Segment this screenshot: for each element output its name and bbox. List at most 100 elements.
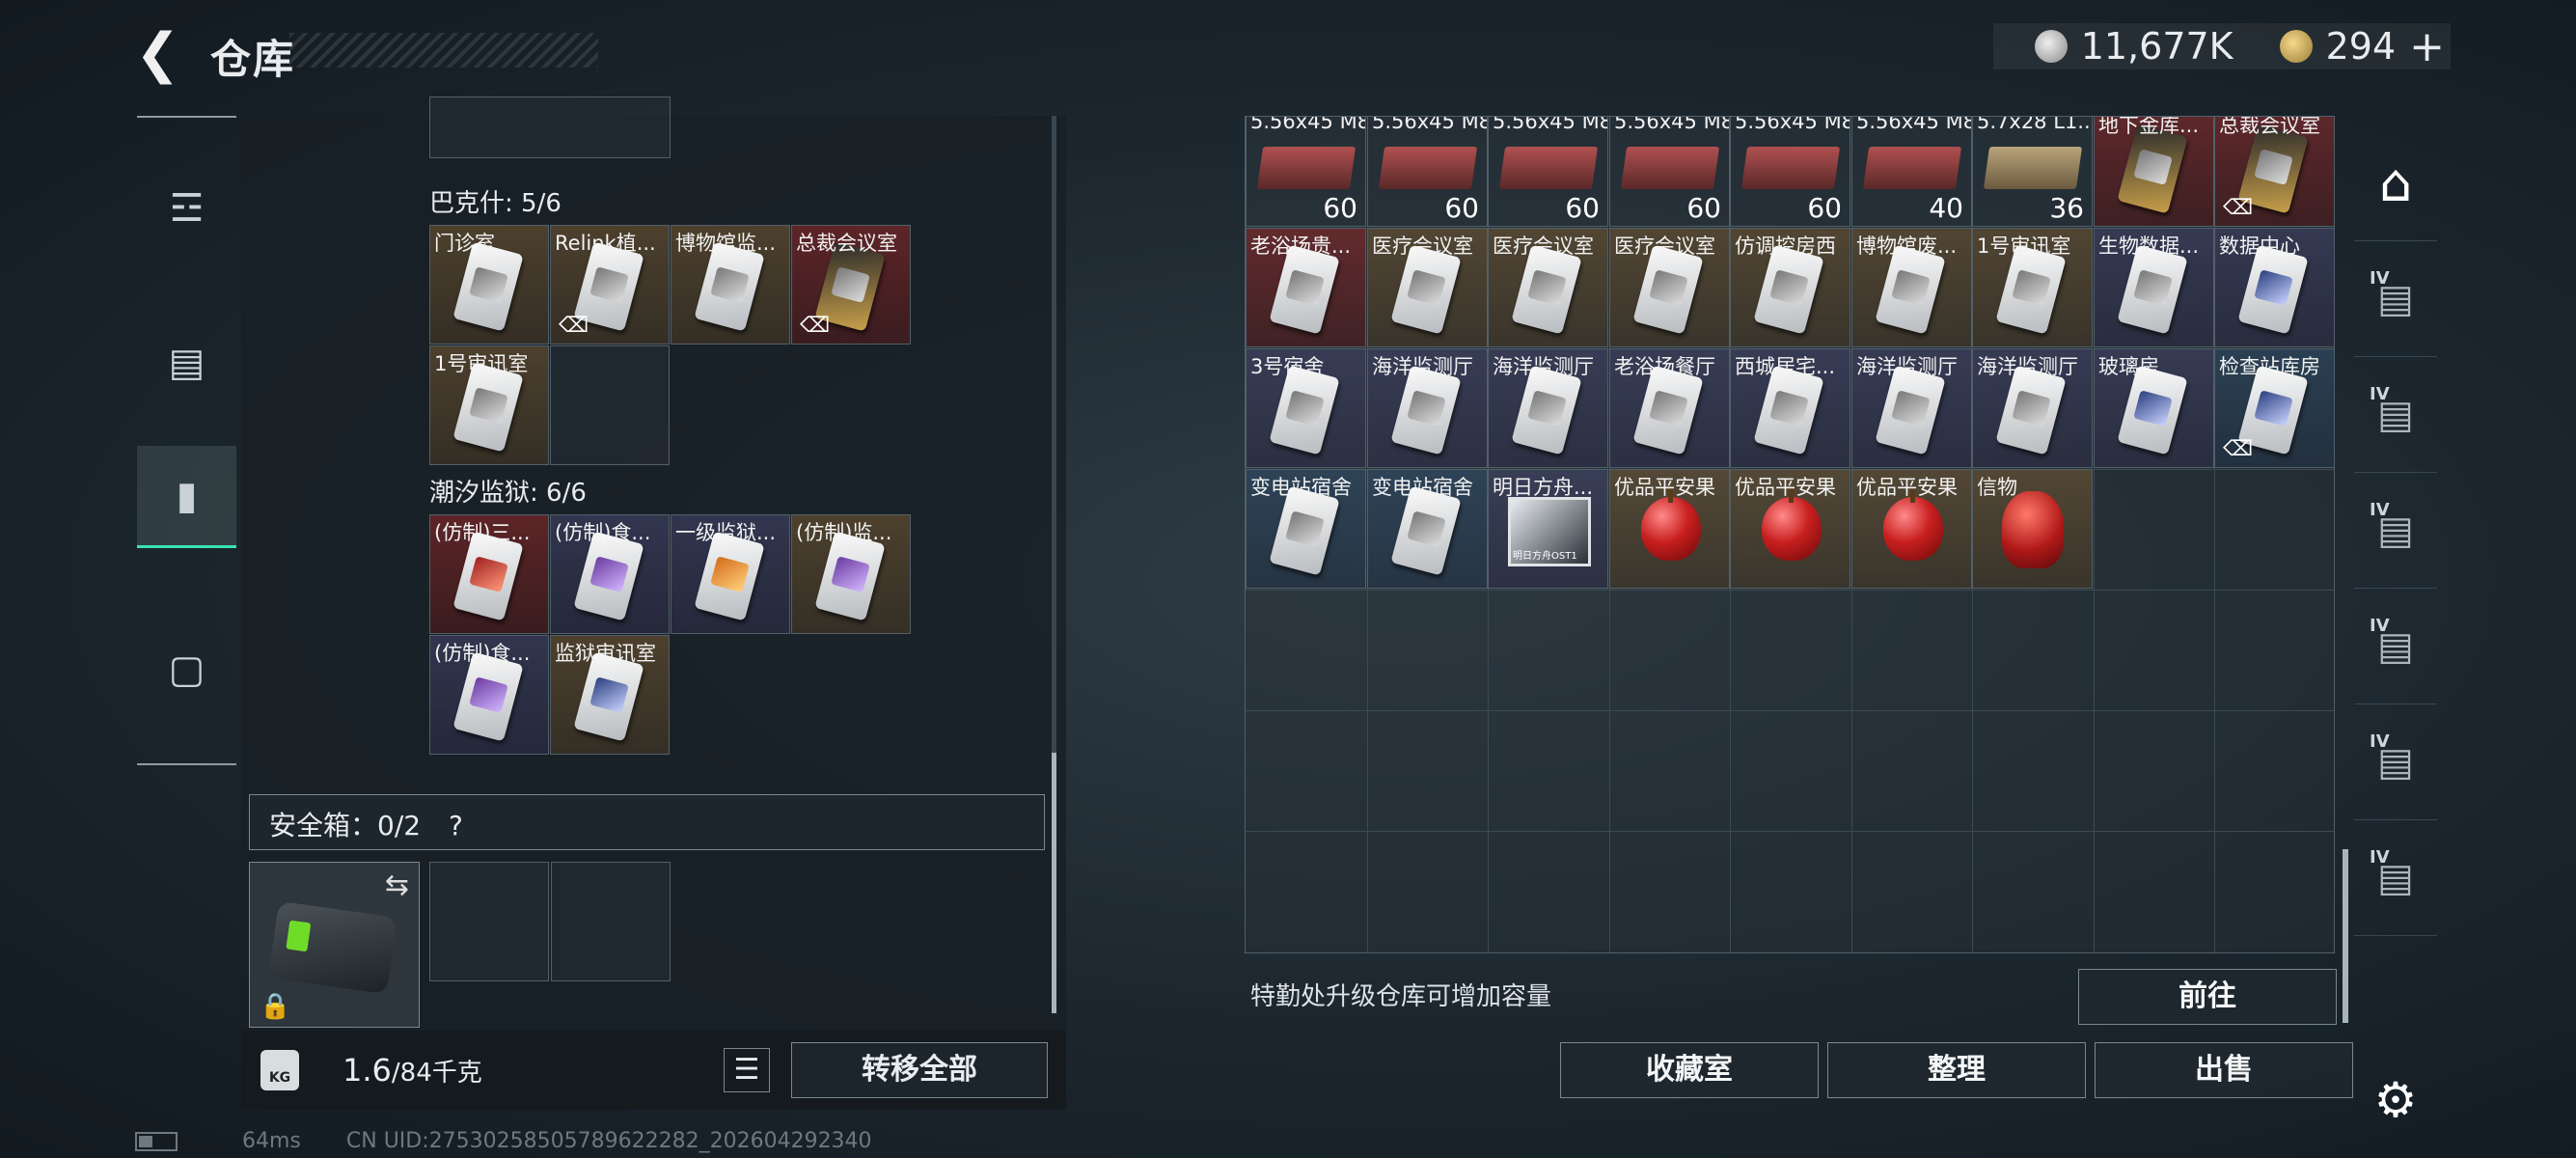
inventory-item[interactable]: 1号审讯室 xyxy=(1972,228,2093,347)
vest-icon[interactable]: ▮ xyxy=(137,446,236,548)
swap-icon[interactable]: ⇆ xyxy=(385,868,409,902)
list-icon[interactable]: ☰ xyxy=(724,1048,770,1092)
safe-box-slot[interactable]: ⇆ 🔒 xyxy=(249,862,420,1028)
sell-button[interactable]: 出售 xyxy=(2095,1042,2353,1098)
add-currency-button[interactable]: + xyxy=(2409,22,2445,71)
inventory-item[interactable]: 博物馆废... xyxy=(1851,228,1972,347)
inventory-item[interactable]: 优品平安果 xyxy=(1851,469,1972,589)
grid-line xyxy=(1246,831,2334,832)
back-arrow-icon[interactable]: ❮ xyxy=(135,27,180,81)
pistol-icon[interactable]: ☲ xyxy=(137,158,236,259)
inventory-item[interactable]: 总裁会议室 ⌫ xyxy=(2214,117,2334,227)
item-name: 5.56x45 M855A1 xyxy=(1735,116,1850,133)
inventory-item[interactable]: 5.56x45 M855A1 60 xyxy=(1730,116,1850,227)
item-name: 博物馆监... xyxy=(675,232,777,255)
inventory-item[interactable]: 监狱审讯室 xyxy=(550,635,670,755)
item-count: 60 xyxy=(1323,192,1357,224)
inventory-item[interactable]: 明日方舟OST1 明日方舟... xyxy=(1488,469,1608,589)
inventory-item[interactable]: 博物馆监... xyxy=(671,225,790,345)
inventory-item[interactable]: 5.56x45 M855A1 60 xyxy=(1609,116,1730,227)
inventory-item[interactable]: 门诊室 xyxy=(429,225,549,345)
safe-slot-empty[interactable] xyxy=(429,862,549,981)
storage-IV-5-icon[interactable]: IV ▤ xyxy=(2354,704,2437,820)
inventory-item[interactable]: 变电站宿舍 xyxy=(1246,469,1366,589)
inventory-item[interactable]: 5.56x45 M855A1 60 xyxy=(1246,116,1366,227)
gear-icon[interactable]: ⚙ xyxy=(2354,1042,2437,1158)
item-name: 5.56x45 M855A1 xyxy=(1614,116,1729,133)
inventory-item[interactable]: (仿制)监... xyxy=(791,514,911,634)
inventory-item[interactable]: (仿制)食... xyxy=(550,514,670,634)
left-scrollbar[interactable] xyxy=(1052,116,1056,1013)
backpack-icon[interactable]: ▤ xyxy=(137,313,236,413)
inventory-item[interactable]: 数据中心 xyxy=(2214,228,2334,347)
ammo-box-icon xyxy=(1862,147,1962,189)
inventory-item[interactable]: 玻璃房 xyxy=(2094,348,2214,468)
inventory-item[interactable]: 海洋监测厅 xyxy=(1367,348,1488,468)
storage-IV-6-icon[interactable]: IV ▤ xyxy=(2354,820,2437,936)
currency-bar: 11,677K 294 + xyxy=(1993,22,2451,71)
inventory-item[interactable]: 5.7x28 L1... 36 xyxy=(1972,117,2093,227)
inventory-item[interactable]: 变电站宿舍 xyxy=(1367,469,1488,589)
inventory-item[interactable]: 生物数据... xyxy=(2094,228,2214,347)
sort-button[interactable]: 整理 xyxy=(1827,1042,2086,1098)
storage-IV-2-icon[interactable]: IV ▤ xyxy=(2354,357,2437,473)
inventory-item[interactable]: 医疗会议室 xyxy=(1488,228,1608,347)
unbind-card-icon: ⌫ xyxy=(800,314,831,338)
item-name: 医疗会议室 xyxy=(1372,234,1473,258)
inventory-item[interactable]: 医疗会议室 xyxy=(1367,228,1488,347)
safe-slot-empty[interactable] xyxy=(551,862,671,981)
apple-icon xyxy=(1762,489,1822,561)
home-icon[interactable]: ⌂ xyxy=(2354,125,2437,241)
inventory-item[interactable]: 海洋监测厅 xyxy=(1972,348,2093,468)
storage-scrollbar[interactable] xyxy=(2343,849,2348,1023)
weight-kg-icon: KG xyxy=(260,1050,299,1090)
inventory-item[interactable]: 一级监狱... xyxy=(671,514,790,634)
inventory-item[interactable]: 老浴场贵... xyxy=(1246,228,1366,347)
empty-slot[interactable] xyxy=(429,96,671,158)
inventory-item[interactable]: 地下金库... xyxy=(2094,117,2214,227)
item-name: 1号审讯室 xyxy=(1977,234,2071,258)
storage-IV-4-icon[interactable]: IV ▤ xyxy=(2354,589,2437,704)
inventory-item[interactable]: 医疗会议室 xyxy=(1609,228,1730,347)
inventory-item[interactable]: (仿制)三... xyxy=(429,514,549,634)
goto-button[interactable]: 前往 xyxy=(2078,969,2337,1025)
storage-IV-1-icon[interactable]: IV ▤ xyxy=(2354,241,2437,357)
inventory-item[interactable]: 海洋监测厅 xyxy=(1488,348,1608,468)
briefcase-icon[interactable]: ▢ xyxy=(137,620,236,720)
apple-icon xyxy=(1641,489,1701,561)
inventory-item[interactable]: 海洋监测厅 xyxy=(1851,348,1972,468)
inventory-item[interactable]: Relink植... ⌫ xyxy=(550,225,670,345)
inventory-item[interactable]: 5.56x45 M855A1 60 xyxy=(1488,117,1608,227)
ammo-box-icon xyxy=(1498,147,1599,189)
inventory-item[interactable]: 信物 xyxy=(1972,469,2093,589)
storage-panel: 5.56x45 M855A1605.56x45 M855A1605.56x45 … xyxy=(1245,116,2335,957)
storage-IV-3-icon[interactable]: IV ▤ xyxy=(2354,473,2437,589)
inventory-item[interactable]: 仿调控房西 xyxy=(1730,228,1850,347)
item-name: 3号宿舍 xyxy=(1250,355,1325,378)
item-name: 信物 xyxy=(1977,476,2017,499)
empty-slot[interactable] xyxy=(550,345,670,465)
inventory-item[interactable]: 检查站库房 ⌫ xyxy=(2214,348,2334,468)
inventory-item[interactable]: 优品平安果 xyxy=(1609,469,1730,589)
inventory-item[interactable]: 西城居宅... xyxy=(1730,348,1850,468)
inventory-item[interactable]: 3号宿舍 xyxy=(1246,348,1366,468)
group-title-tide-prison: 潮汐监狱: 6/6 xyxy=(429,479,587,508)
left-footer: KG 1.6/84千克 ☰ 转移全部 xyxy=(241,1031,1066,1110)
inventory-item[interactable]: 5.56x45 M855A1 60 xyxy=(1367,117,1488,227)
inventory-item[interactable]: 总裁会议室 ⌫ xyxy=(791,225,911,345)
inventory-item[interactable]: 优品平安果 xyxy=(1730,469,1850,589)
status-bar: 64ms CN UID:27530258505789622282_2026042… xyxy=(135,1129,872,1153)
inventory-item[interactable]: 5.56x45 M855A1 40 xyxy=(1851,117,1972,227)
collection-room-button[interactable]: 收藏室 xyxy=(1560,1042,1819,1098)
inventory-item[interactable]: (仿制)食... xyxy=(429,635,549,755)
latency: 64ms xyxy=(242,1129,301,1153)
help-icon[interactable]: ? xyxy=(449,810,463,841)
user-uid: CN UID:27530258505789622282_202604292340 xyxy=(345,1129,872,1153)
item-name: 西城居宅... xyxy=(1735,355,1836,378)
inventory-item[interactable]: 1号审讯室 xyxy=(429,345,549,465)
item-name: (仿制)三... xyxy=(434,521,531,544)
inventory-item[interactable]: 老浴场餐厅 xyxy=(1609,348,1730,468)
item-name: 数据中心 xyxy=(2219,234,2300,258)
item-name: 5.56x45 M855A1 xyxy=(1250,116,1365,133)
transfer-all-button[interactable]: 转移全部 xyxy=(791,1042,1048,1098)
